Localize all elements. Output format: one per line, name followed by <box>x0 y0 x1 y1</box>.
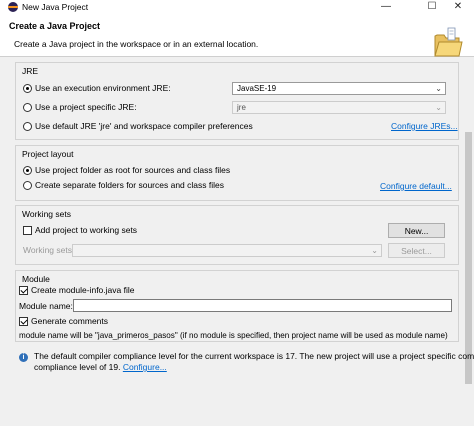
create-module-info-checkbox[interactable] <box>19 286 28 295</box>
scrollbar-thumb[interactable] <box>465 132 472 384</box>
radio-execution-env-label: Use an execution environment JRE: <box>35 83 171 93</box>
radio-execution-env[interactable] <box>23 84 32 93</box>
project-layout-group: Project layout Use project folder as roo… <box>15 145 459 201</box>
radio-project-jre-label: Use a project specific JRE: <box>35 102 137 112</box>
working-sets-select[interactable]: ⌄ <box>72 244 382 257</box>
eclipse-icon <box>8 2 18 12</box>
chevron-down-icon: ⌄ <box>435 103 442 112</box>
module-group-label: Module <box>22 274 50 284</box>
wizard-header: Create a Java Project Create a Java proj… <box>0 15 474 57</box>
compliance-info-line2-text: compliance level of 19. <box>34 362 121 372</box>
configure-jres-link[interactable]: Configure JREs... <box>391 121 458 132</box>
folder-icon <box>434 27 463 57</box>
module-group: Module Create module-info.java file Modu… <box>15 270 459 342</box>
working-sets-group: Working sets Add project to working sets… <box>15 205 459 265</box>
project-jre-select[interactable]: jre ⌄ <box>232 101 446 114</box>
execution-env-value: JavaSE-19 <box>237 84 277 93</box>
jre-group: JRE Use an execution environment JRE: Ja… <box>15 62 459 140</box>
maximize-button[interactable]: ☐ <box>420 0 444 15</box>
generate-comments-label: Generate comments <box>31 316 109 326</box>
info-icon: i <box>19 353 28 362</box>
working-sets-group-label: Working sets <box>22 209 71 219</box>
select-working-sets-button[interactable]: Select... <box>388 243 445 258</box>
vertical-scrollbar[interactable] <box>463 58 474 426</box>
project-jre-value: jre <box>237 103 246 112</box>
new-working-set-button[interactable]: New... <box>388 223 445 238</box>
page-title: Create a Java Project <box>9 21 101 31</box>
execution-env-select[interactable]: JavaSE-19 ⌄ <box>232 82 446 95</box>
radio-default-jre[interactable] <box>23 122 32 131</box>
configure-default-link[interactable]: Configure default... <box>380 181 452 192</box>
project-layout-group-label: Project layout <box>22 149 74 159</box>
radio-project-root-label: Use project folder as root for sources a… <box>35 165 231 175</box>
module-name-note: module name will be "java_primeros_pasos… <box>19 331 448 340</box>
radio-separate-folders[interactable] <box>23 181 32 190</box>
generate-comments-checkbox[interactable] <box>19 317 28 326</box>
window-title: New Java Project <box>22 2 89 12</box>
radio-project-root[interactable] <box>23 166 32 175</box>
chevron-down-icon: ⌄ <box>371 246 378 255</box>
compliance-info-line2: compliance level of 19. Configure... <box>34 362 167 373</box>
jre-group-label: JRE <box>22 66 39 76</box>
module-name-input[interactable] <box>73 299 452 312</box>
chevron-down-icon: ⌄ <box>435 84 442 93</box>
compliance-info-line1: The default compiler compliance level fo… <box>34 351 474 361</box>
radio-separate-folders-label: Create separate folders for sources and … <box>35 180 224 190</box>
configure-compliance-link[interactable]: Configure... <box>123 362 167 372</box>
close-button[interactable]: ✕ <box>446 0 470 15</box>
minimize-button[interactable]: — <box>374 0 398 15</box>
working-sets-label: Working sets: <box>23 245 75 255</box>
page-description: Create a Java project in the workspace o… <box>14 39 259 49</box>
add-to-working-sets-checkbox[interactable] <box>23 226 32 235</box>
create-module-info-label: Create module-info.java file <box>31 285 135 295</box>
radio-project-jre[interactable] <box>23 103 32 112</box>
add-to-working-sets-label: Add project to working sets <box>35 225 138 235</box>
window-titlebar[interactable]: New Java Project — ☐ ✕ <box>0 0 474 15</box>
module-name-label: Module name: <box>19 301 73 311</box>
radio-default-jre-label: Use default JRE 'jre' and workspace comp… <box>35 121 253 131</box>
